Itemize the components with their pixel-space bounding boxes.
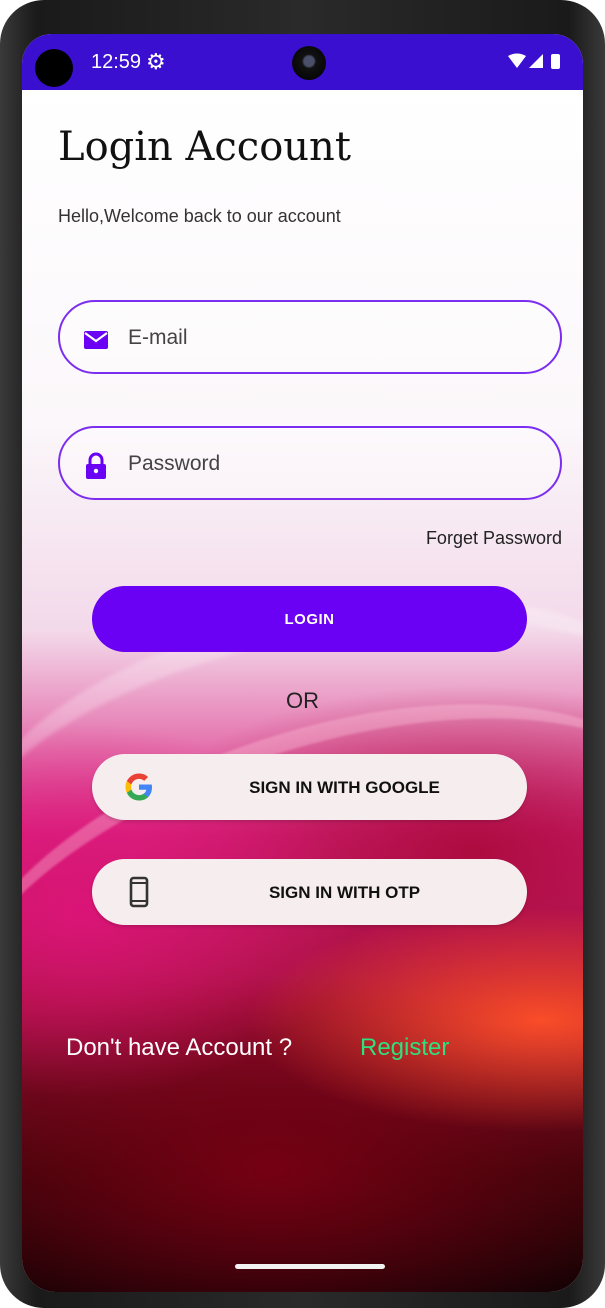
forgot-password-link[interactable]: Forget Password	[426, 528, 562, 549]
password-placeholder: Password	[128, 452, 221, 475]
front-camera	[292, 46, 326, 80]
page-title: Login Account	[58, 124, 351, 170]
camera-cutout	[35, 49, 73, 87]
status-time: 12:59	[91, 51, 142, 73]
page-subtitle: Hello,Welcome back to our account	[58, 206, 341, 226]
wifi-icon	[508, 53, 526, 68]
gear-icon: ⚙	[146, 49, 166, 74]
otp-signin-button[interactable]: SIGN IN WITH OTP	[92, 859, 527, 925]
mail-icon	[84, 331, 108, 349]
google-signin-button[interactable]: SIGN IN WITH GOOGLE	[92, 754, 527, 820]
status-bar: 12:59 ⚙	[22, 34, 583, 90]
otp-signin-label: SIGN IN WITH OTP	[268, 883, 421, 902]
google-signin-label: SIGN IN WITH GOOGLE	[249, 778, 440, 797]
phone-frame: 12:59 ⚙ Login Account Hello,Welcome back…	[0, 0, 605, 1308]
no-account-prompt: Don't have Account ?	[66, 1034, 293, 1061]
email-field[interactable]: E-mail	[58, 300, 562, 374]
cellular-icon	[529, 54, 543, 68]
phone-screen: 12:59 ⚙ Login Account Hello,Welcome back…	[22, 34, 583, 1292]
lock-icon	[86, 452, 106, 479]
or-divider: OR	[286, 688, 319, 713]
register-link[interactable]: Register	[360, 1034, 449, 1062]
home-indicator[interactable]	[235, 1264, 385, 1269]
status-icons	[508, 53, 560, 69]
password-field[interactable]: Password	[58, 426, 562, 500]
login-button[interactable]: LOGIN	[92, 586, 527, 652]
email-placeholder: E-mail	[128, 326, 188, 349]
battery-icon	[551, 54, 560, 69]
